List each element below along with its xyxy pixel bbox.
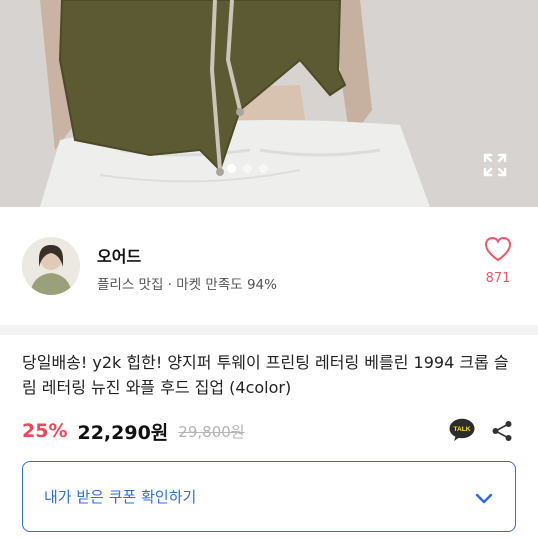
- product-title: 당일배송! y2k 힙한! 양지퍼 투웨이 프린팅 레터링 베를린 1994 크…: [22, 353, 509, 397]
- coupon-label: 내가 받은 쿠폰 확인하기: [44, 488, 197, 506]
- sale-price: 22,290원: [77, 421, 169, 444]
- like-button[interactable]: 871: [474, 235, 522, 286]
- gallery-dot[interactable]: [259, 164, 268, 173]
- seller-section: 오어드 플리스 맛집 · 마켓 만족도 94% 871: [0, 207, 538, 325]
- gallery-dot[interactable]: [227, 164, 236, 173]
- product-photo: [0, 0, 538, 207]
- original-price: 29,800원: [178, 422, 245, 441]
- expand-icon[interactable]: [480, 150, 510, 180]
- heart-icon: [484, 236, 512, 262]
- seller-avatar[interactable]: [22, 237, 80, 295]
- gallery-dot[interactable]: [243, 164, 252, 173]
- coupon-button[interactable]: 내가 받은 쿠폰 확인하기: [22, 461, 516, 532]
- seller-meta: 플리스 맛집 · 마켓 만족도 94%: [97, 277, 277, 293]
- kakaotalk-icon[interactable]: TALK: [449, 418, 475, 442]
- share-icon[interactable]: [490, 419, 514, 443]
- like-count: 871: [485, 271, 511, 286]
- discount-rate: 25%: [22, 420, 68, 442]
- price-row: 25% 22,290원 29,800원: [22, 418, 245, 444]
- product-image[interactable]: [0, 0, 538, 207]
- section-divider: [0, 325, 538, 335]
- talk-label: TALK: [453, 426, 470, 433]
- gallery-pagination: [227, 164, 268, 173]
- seller-name[interactable]: 오어드: [97, 243, 141, 267]
- chevron-down-icon: [475, 493, 493, 504]
